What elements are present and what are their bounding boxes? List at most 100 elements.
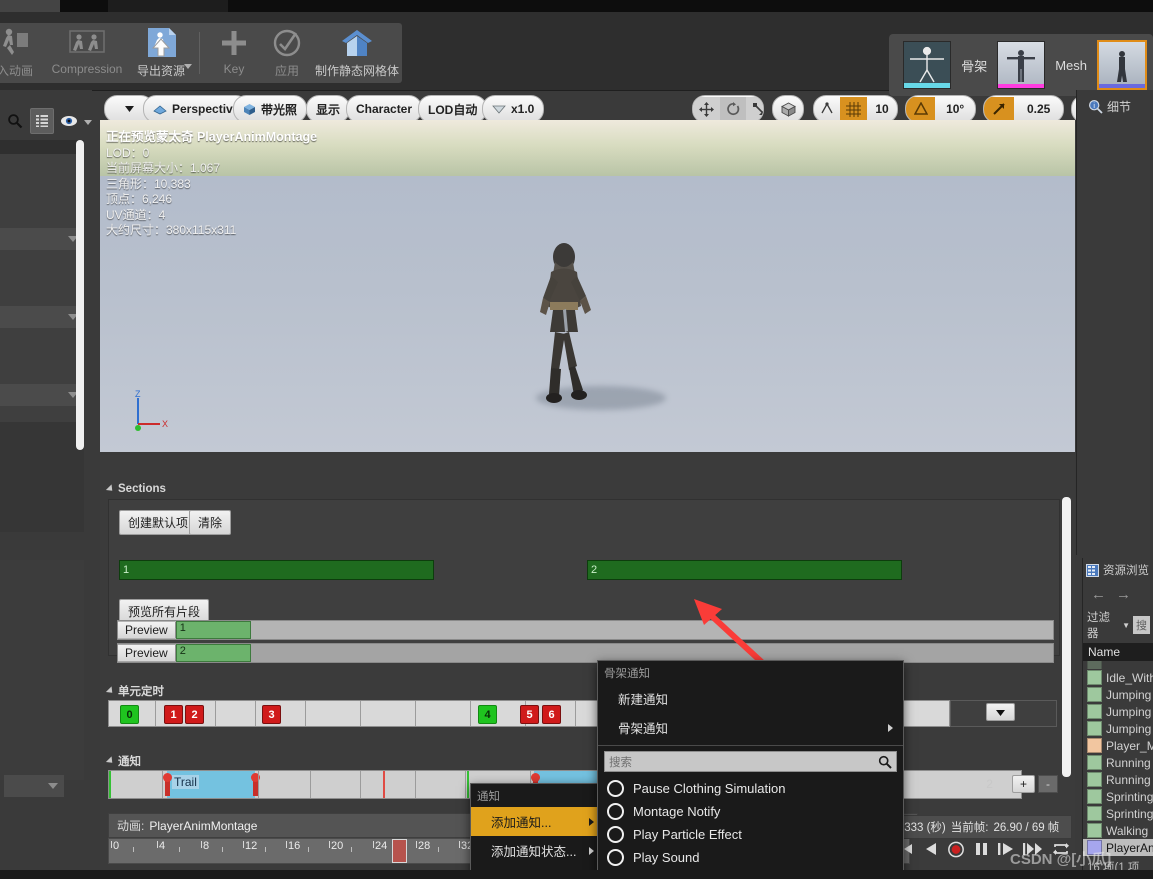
scale-tool-icon[interactable] (746, 97, 763, 121)
chevron-down-icon[interactable] (48, 783, 58, 789)
timing-marker-1[interactable]: 1 (164, 705, 183, 724)
timing-dropdown-button[interactable] (986, 703, 1015, 721)
menu-item-add-notify[interactable]: 添加通知... (471, 807, 604, 836)
import-animation-button[interactable]: 入动画 (0, 26, 52, 82)
record-icon[interactable] (948, 841, 964, 857)
scale-snap-value[interactable]: 0.25 (1014, 97, 1063, 121)
preview-row-1[interactable]: Preview 1 (117, 620, 1054, 640)
notify-option-play-particle-effect[interactable]: Play Particle Effect (598, 823, 903, 846)
key-label: Key (223, 62, 245, 76)
list-item[interactable]: Jumping (1083, 720, 1153, 737)
rotate-tool-icon[interactable] (720, 97, 746, 121)
tab-chip-left[interactable] (0, 0, 60, 12)
list-item[interactable]: Player_M (1083, 737, 1153, 754)
montage-panel-scrollbar[interactable] (1062, 497, 1071, 777)
list-item[interactable]: Jumping (1083, 686, 1153, 703)
timing-marker-6[interactable]: 6 (542, 705, 561, 724)
list-item-label: Sprinting (1106, 806, 1153, 821)
menu-item-new-notify[interactable]: 新建通知 (598, 684, 903, 713)
arrow-right-icon[interactable]: → (1116, 586, 1131, 603)
list-item[interactable]: Sprinting (1083, 805, 1153, 822)
arrow-left-icon[interactable]: ← (1091, 586, 1106, 603)
tree-row-collapsible-5[interactable] (4, 775, 64, 797)
asset-browser-filter-label[interactable]: 过滤器 (1087, 609, 1119, 641)
asset-browser-search-input[interactable]: 搜 (1133, 616, 1150, 634)
skeleton-thumbnail[interactable] (903, 41, 952, 89)
eye-chevron-down-icon[interactable] (84, 119, 92, 125)
preview-button-1[interactable]: Preview (118, 622, 176, 638)
timeline-playhead[interactable] (392, 839, 407, 863)
asset-browser-column-header[interactable]: Name (1083, 643, 1153, 661)
preview-row-2[interactable]: Preview 2 (117, 643, 1054, 663)
character-menu-button[interactable]: Character (346, 95, 423, 123)
notify-search-input[interactable]: 搜索 (604, 751, 897, 772)
timing-marker-4[interactable]: 4 (478, 705, 497, 724)
mesh-thumbnail[interactable] (997, 41, 1046, 89)
compression-icon (67, 26, 107, 60)
timing-marker-5[interactable]: 5 (520, 705, 539, 724)
apply-button[interactable]: 应用 (250, 26, 324, 82)
remove-notify-track-button[interactable]: - (1038, 774, 1058, 793)
tab-chip-active[interactable] (108, 0, 228, 12)
tree-row-collapsible-1[interactable] (0, 228, 84, 250)
coordinate-space-button[interactable] (772, 95, 804, 123)
search-icon[interactable] (4, 109, 26, 133)
preview-mesh-thumbnail-selected[interactable] (1097, 40, 1147, 90)
details-tab[interactable]: i 细节 (1083, 93, 1153, 119)
lod-button[interactable]: LOD自动 (418, 95, 488, 123)
make-static-mesh-button[interactable]: 制作静态网格体 (315, 26, 399, 82)
notify-option-pause-clothing-simulation[interactable]: Pause Clothing Simulation (598, 777, 903, 800)
grid-snap-toggle[interactable] (840, 97, 867, 121)
export-asset-chevron-down-icon[interactable] (184, 64, 192, 69)
sections-section-header[interactable]: Sections (105, 483, 166, 495)
playback-time: .333 (秒) (901, 822, 946, 834)
pause-icon[interactable] (973, 841, 989, 857)
rotation-snap-value[interactable]: 10° (935, 97, 975, 121)
grid-snap-value[interactable]: 10 (867, 97, 897, 121)
list-item[interactable]: Running (1083, 771, 1153, 788)
submenu-arrow-icon (888, 723, 893, 732)
scale-snap-toggle[interactable] (984, 97, 1015, 121)
step-back-icon[interactable] (923, 841, 939, 857)
section-bar-2[interactable]: 2 (587, 560, 902, 580)
list-item[interactable]: Jumping (1083, 703, 1153, 720)
ruler-label-4: 4 (159, 840, 166, 852)
notify-option-play-sound[interactable]: Play Sound (598, 846, 903, 869)
list-item[interactable]: Idle_With (1083, 669, 1153, 686)
surface-snap-icon[interactable] (814, 97, 840, 121)
tree-row-collapsible-3[interactable] (0, 384, 84, 406)
list-item[interactable]: Walking (1083, 822, 1153, 839)
asset-browser-tab[interactable]: 资源浏览 (1083, 558, 1153, 582)
list-item[interactable] (1083, 661, 1153, 669)
section-bar-1[interactable]: 1 (119, 560, 434, 580)
eye-icon[interactable] (58, 109, 80, 133)
clear-sections-button[interactable]: 清除 (189, 510, 232, 535)
timing-marker-0[interactable]: 0 (120, 705, 139, 724)
list-item[interactable]: Running (1083, 754, 1153, 771)
show-menu-button[interactable]: 显示 (306, 95, 351, 123)
notifies-section-header[interactable]: 通知 (105, 753, 141, 769)
left-sidebar-scrollbar[interactable] (76, 140, 84, 450)
compression-button[interactable]: Compression (50, 26, 124, 82)
translate-tool-icon[interactable] (693, 97, 720, 121)
rotation-snap-toggle[interactable] (906, 97, 936, 121)
notify-pin-start[interactable] (163, 773, 172, 796)
create-default-button[interactable]: 创建默认项 (119, 510, 198, 535)
notify-option-montage-notify[interactable]: Montage Notify (598, 800, 903, 823)
add-notify-track-button[interactable]: + (1011, 774, 1035, 793)
preview-button-2[interactable]: Preview (118, 645, 176, 661)
asset-browser-tab-label: 资源浏览 (1103, 565, 1149, 577)
timing-marker-3[interactable]: 3 (262, 705, 281, 724)
asset-browser-list[interactable]: Idle_With Jumping Jumping Jumping Player… (1083, 661, 1153, 856)
menu-item-skeleton-notify[interactable]: 骨架通知 (598, 713, 903, 742)
tree-row-collapsible-2[interactable] (0, 306, 84, 328)
timing-marker-2[interactable]: 2 (185, 705, 204, 724)
export-asset-button[interactable]: 导出资源 (124, 26, 198, 82)
list-view-icon[interactable] (30, 108, 54, 134)
timing-section-header[interactable]: 单元定时 (105, 683, 164, 699)
playback-speed-button[interactable]: x1.0 (482, 95, 545, 123)
chevron-down-icon[interactable]: ▼ (1122, 621, 1130, 630)
list-item[interactable]: Sprinting (1083, 788, 1153, 805)
menu-item-add-notify-state[interactable]: 添加通知状态... (471, 836, 604, 865)
lighting-button[interactable]: 带光照 (233, 95, 308, 123)
